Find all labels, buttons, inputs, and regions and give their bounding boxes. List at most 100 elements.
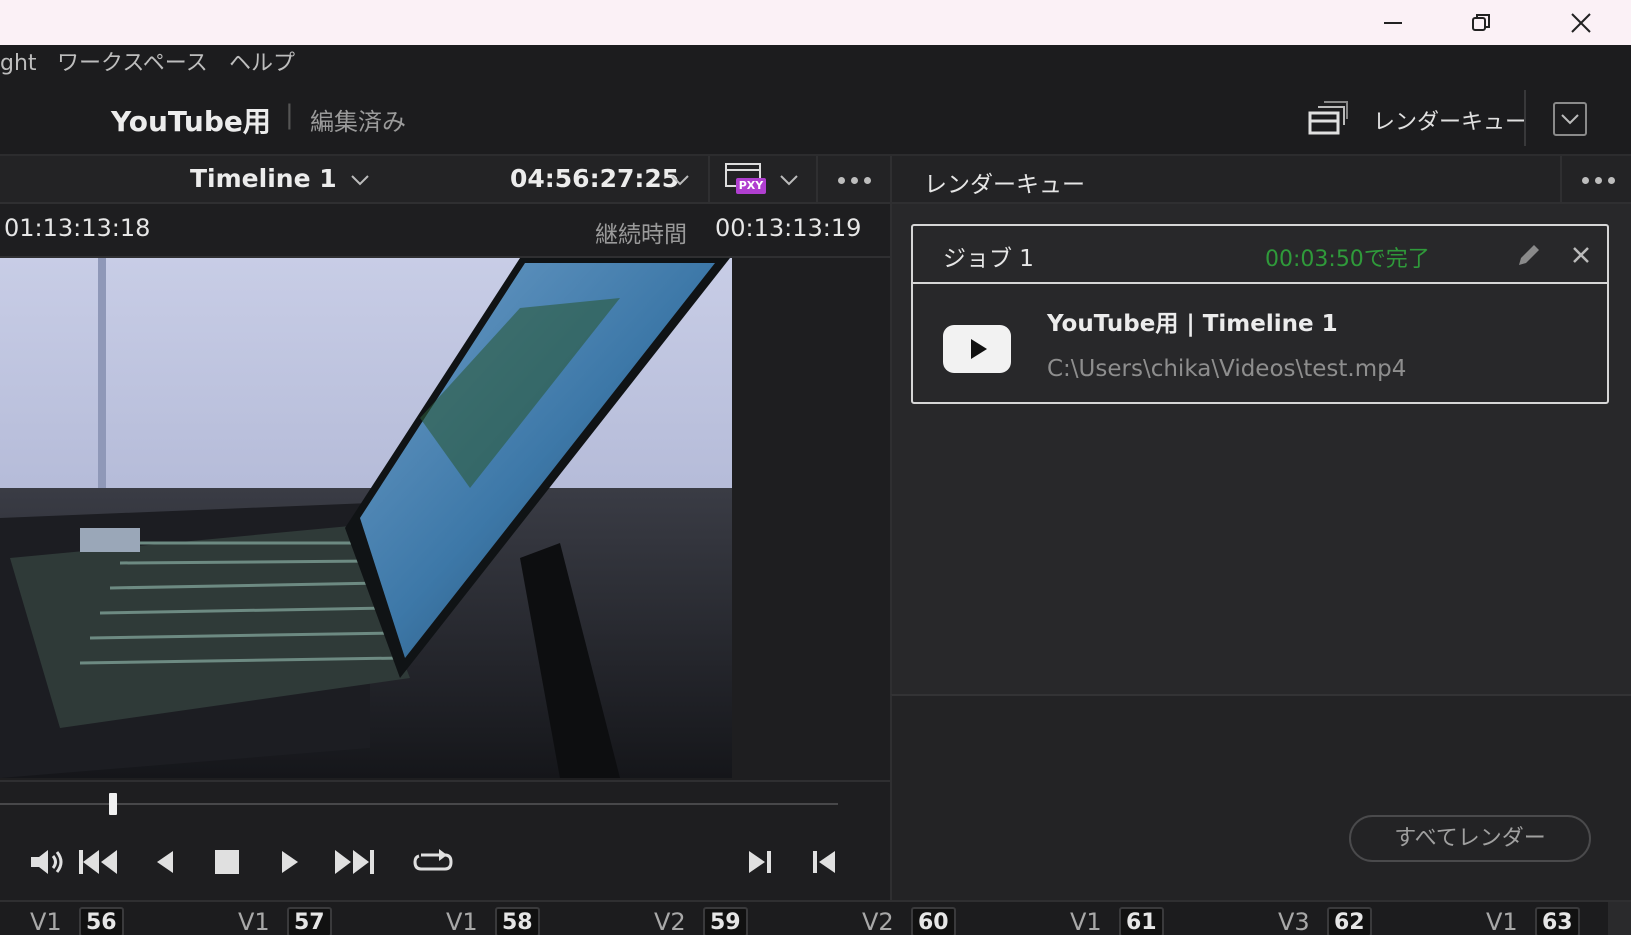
previous-edit-icon <box>813 851 835 873</box>
clip-track-label: V3 <box>1278 908 1310 935</box>
render-queue-header: レンダーキュー <box>890 156 1631 204</box>
clip-track-label: V2 <box>862 908 894 935</box>
clip-track-label: V2 <box>654 908 686 935</box>
more-dots-icon <box>837 176 845 184</box>
more-dots-icon <box>1594 176 1602 184</box>
project-name: YouTube用 <box>111 105 271 138</box>
header-divider <box>708 156 710 202</box>
pencil-icon <box>1519 245 1539 265</box>
job-output-path: C:\Users\chika\Videos\test.mp4 <box>1047 356 1407 382</box>
more-dots-icon <box>1607 176 1615 184</box>
mark-in-button[interactable] <box>744 844 776 880</box>
project-separator: | <box>285 100 294 130</box>
play-reverse-button[interactable] <box>150 844 180 880</box>
stop-icon <box>215 850 239 874</box>
header-divider <box>1560 156 1562 202</box>
clip-number[interactable]: 60 <box>911 907 956 935</box>
playhead-handle[interactable] <box>109 793 117 815</box>
clip-thumbnail-strip: V1 56 V1 57 V1 58 V2 59 V2 60 V1 61 V3 6… <box>0 900 1631 935</box>
header-divider <box>816 156 818 202</box>
timeline-dropdown[interactable] <box>348 168 372 192</box>
remove-job-button[interactable] <box>1567 240 1595 270</box>
restore-button[interactable] <box>1437 0 1525 45</box>
job-header: ジョブ 1 00:03:50で完了 <box>913 226 1607 284</box>
menu-item-light[interactable]: ght <box>0 45 37 82</box>
clip-track-label: V1 <box>1486 908 1518 935</box>
window-titlebar <box>0 0 1631 45</box>
minimize-icon <box>1384 21 1402 24</box>
more-dots-icon <box>1581 176 1589 184</box>
clip-track-label: V1 <box>238 908 270 935</box>
viewer-info-row: 01:13:13:18 継続時間 00:13:13:19 <box>0 204 890 258</box>
volume-button[interactable] <box>26 844 68 880</box>
menu-item-workspace[interactable]: ワークスペース <box>57 45 208 82</box>
render-queue-label[interactable]: レンダーキュー <box>1373 104 1527 136</box>
timecode-dropdown[interactable] <box>668 168 692 192</box>
mark-out-button[interactable] <box>808 844 840 880</box>
clip-track-label: V1 <box>446 908 478 935</box>
youtube-icon <box>943 325 1011 373</box>
go-to-end-button[interactable] <box>332 844 378 880</box>
clip-number[interactable]: 57 <box>287 907 332 935</box>
job-status: 00:03:50で完了 <box>1265 247 1430 272</box>
chevron-down-icon <box>1561 114 1579 125</box>
render-queue-options-button[interactable] <box>1572 168 1624 192</box>
duration-label: 継続時間 <box>595 222 687 248</box>
clip-number[interactable]: 63 <box>1535 907 1580 935</box>
chevron-down-icon <box>351 175 369 186</box>
speaker-icon <box>31 850 63 874</box>
transport-panel <box>0 780 890 900</box>
play-button[interactable] <box>275 844 305 880</box>
viewer-options-button[interactable] <box>828 168 880 192</box>
clip-track-label: V1 <box>30 908 62 935</box>
clip-number[interactable]: 59 <box>703 907 748 935</box>
viewer-header: Timeline 1 04:56:27:25 PXY <box>0 156 890 204</box>
viewer-area <box>0 258 890 780</box>
stop-button[interactable] <box>210 844 244 880</box>
clip-number[interactable]: 61 <box>1119 907 1164 935</box>
clip-track-label: V1 <box>1070 908 1102 935</box>
proxy-badge: PXY <box>736 178 766 194</box>
render-all-button[interactable]: すべてレンダー <box>1349 815 1591 862</box>
header-dropdown-button[interactable] <box>1553 102 1587 136</box>
skip-back-icon <box>79 850 117 874</box>
job-name: ジョブ 1 <box>943 246 1034 272</box>
project-header: YouTube用 | 編集済み レンダーキュー <box>0 82 1631 156</box>
render-job-card[interactable]: ジョブ 1 00:03:50で完了 YouTube用 | Timeline 1 … <box>911 224 1609 404</box>
loop-button[interactable] <box>410 844 456 880</box>
next-edit-icon <box>749 851 771 873</box>
clapperboard-icon <box>1308 101 1348 135</box>
chevron-down-icon <box>780 175 798 186</box>
menu-bar: ght ワークスペース ヘルプ <box>0 45 1631 82</box>
header-divider <box>1524 90 1526 146</box>
minimize-button[interactable] <box>1349 0 1437 45</box>
more-dots-icon <box>850 176 858 184</box>
project-status: 編集済み <box>310 108 406 136</box>
menu-item-help[interactable]: ヘルプ <box>229 45 295 82</box>
strip-scrollbar[interactable] <box>1608 902 1631 935</box>
go-to-start-button[interactable] <box>76 844 122 880</box>
proxy-toggle[interactable]: PXY <box>724 162 766 196</box>
chevron-down-icon <box>671 175 689 186</box>
restore-icon <box>1472 13 1490 31</box>
proxy-dropdown[interactable] <box>777 168 801 192</box>
play-icon <box>282 851 298 873</box>
timeline-name[interactable]: Timeline 1 <box>190 164 337 193</box>
current-timecode: 01:13:13:18 <box>4 214 151 242</box>
play-reverse-icon <box>157 851 173 873</box>
clip-number[interactable]: 58 <box>495 907 540 935</box>
job-title: YouTube用 | Timeline 1 <box>1047 311 1338 337</box>
loop-icon <box>413 849 453 871</box>
edit-job-button[interactable] <box>1513 240 1545 270</box>
render-queue-footer <box>890 694 1631 900</box>
clip-number[interactable]: 62 <box>1327 907 1372 935</box>
close-icon <box>1573 247 1589 263</box>
render-queue-toggle[interactable] <box>1306 98 1348 138</box>
scrubber-track[interactable] <box>0 803 838 805</box>
close-icon <box>1571 12 1591 33</box>
render-queue-title: レンダーキュー <box>924 172 1085 198</box>
close-window-button[interactable] <box>1537 0 1625 45</box>
clip-number[interactable]: 56 <box>79 907 124 935</box>
video-preview-image <box>0 258 732 778</box>
skip-forward-icon <box>335 850 374 874</box>
